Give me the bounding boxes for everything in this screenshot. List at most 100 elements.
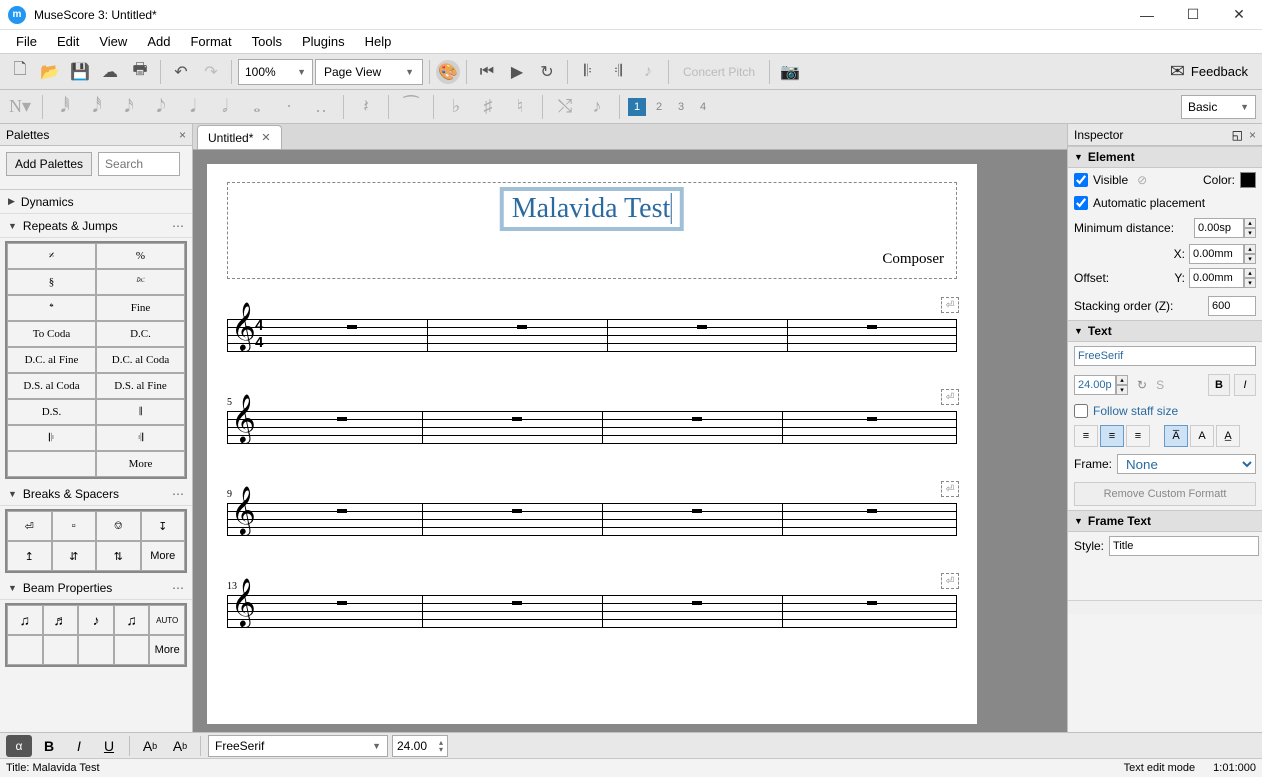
- tie-icon[interactable]: ⁀: [397, 93, 425, 121]
- align-right-button[interactable]: ≡: [1126, 425, 1150, 447]
- note-input-mode-icon[interactable]: N▾: [6, 93, 34, 121]
- save-icon[interactable]: 💾: [66, 58, 94, 86]
- reset-icon[interactable]: ↻: [1137, 378, 1147, 392]
- palette-item[interactable]: 𝄆: [7, 425, 96, 451]
- autoplace-checkbox[interactable]: [1074, 196, 1088, 210]
- spinner-buttons[interactable]: ▴▾: [1244, 218, 1256, 238]
- maximize-button[interactable]: ☐: [1170, 0, 1216, 30]
- palette-item[interactable]: 𝄊: [96, 269, 185, 295]
- palette-cat-breaks[interactable]: ▼Breaks & Spacers⋯: [0, 482, 192, 506]
- palette-cat-dynamics[interactable]: ▶Dynamics: [0, 190, 192, 214]
- inspector-section-text[interactable]: ▼Text: [1068, 320, 1262, 342]
- note-quarter-icon[interactable]: 𝅘𝅥: [179, 93, 207, 121]
- workspace-select[interactable]: Basic▼: [1181, 95, 1256, 119]
- system-break-icon[interactable]: ⏎: [941, 297, 959, 313]
- palette-item[interactable]: 𝄎: [7, 243, 96, 269]
- close-icon[interactable]: ×: [1249, 128, 1256, 142]
- close-icon[interactable]: ×: [179, 128, 186, 142]
- palette-item[interactable]: ⇵: [52, 541, 97, 571]
- note-8th-icon[interactable]: 𝅘𝅥𝅮: [147, 93, 175, 121]
- print-icon[interactable]: 🖶: [126, 58, 154, 86]
- palette-item[interactable]: AUTO: [149, 605, 185, 635]
- menu-add[interactable]: Add: [137, 31, 180, 52]
- color-swatch[interactable]: [1240, 172, 1256, 188]
- inspector-section-element[interactable]: ▼Element: [1068, 146, 1262, 168]
- palette-item[interactable]: ♫: [7, 605, 43, 635]
- repeat-end-icon[interactable]: 𝄇: [604, 58, 632, 86]
- align-left-button[interactable]: ≡: [1074, 425, 1098, 447]
- natural-icon[interactable]: ♮: [506, 93, 534, 121]
- zoom-select[interactable]: 100%▼: [238, 59, 313, 85]
- voice-1-button[interactable]: 1: [628, 98, 646, 116]
- follow-staff-checkbox[interactable]: [1074, 404, 1088, 418]
- add-palettes-button[interactable]: Add Palettes: [6, 152, 92, 176]
- palette-item[interactable]: ⏎: [7, 511, 52, 541]
- palette-item[interactable]: D.C.: [96, 321, 185, 347]
- palette-item[interactable]: D.S.: [7, 399, 96, 425]
- style-input[interactable]: [1109, 536, 1259, 556]
- underline-button[interactable]: U: [96, 735, 122, 757]
- menu-file[interactable]: File: [6, 31, 47, 52]
- new-score-icon[interactable]: 🗋: [6, 58, 34, 86]
- menu-help[interactable]: Help: [355, 31, 402, 52]
- camera-icon[interactable]: 📷: [776, 58, 804, 86]
- set-as-style-icon[interactable]: S: [1156, 378, 1164, 392]
- palette-cat-repeats[interactable]: ▼Repeats & Jumps⋯: [0, 214, 192, 238]
- valign-middle-button[interactable]: A: [1190, 425, 1214, 447]
- metronome-icon[interactable]: ♪: [634, 58, 662, 86]
- concert-pitch-button[interactable]: Concert Pitch: [675, 58, 763, 86]
- view-mode-select[interactable]: Page View▼: [315, 59, 423, 85]
- inspector-section-frametext[interactable]: ▼Frame Text: [1068, 510, 1262, 532]
- minimize-button[interactable]: —: [1124, 0, 1170, 30]
- repeat-start-icon[interactable]: 𝄆: [574, 58, 602, 86]
- valign-bottom-button[interactable]: A̲: [1216, 425, 1240, 447]
- font-family-input[interactable]: [1074, 346, 1256, 366]
- dot-icon[interactable]: ·: [275, 93, 303, 121]
- mixer-icon[interactable]: 🎨: [436, 60, 460, 84]
- spinner-buttons[interactable]: ▴▾: [1244, 268, 1256, 288]
- palette-item[interactable]: [78, 635, 114, 665]
- palette-cat-beams[interactable]: ▼Beam Properties⋯: [0, 576, 192, 600]
- cloud-icon[interactable]: ☁: [96, 58, 124, 86]
- composer-text[interactable]: Composer: [234, 251, 950, 268]
- undock-icon[interactable]: ◱: [1232, 128, 1243, 142]
- redo-icon[interactable]: ↷: [197, 58, 225, 86]
- palette-item[interactable]: §: [7, 269, 96, 295]
- close-button[interactable]: ✕: [1216, 0, 1262, 30]
- palette-item[interactable]: %: [96, 243, 185, 269]
- rest-icon[interactable]: 𝄽: [352, 93, 380, 121]
- voice-2-button[interactable]: 2: [650, 98, 668, 116]
- palette-search-input[interactable]: [98, 152, 180, 176]
- bold-button[interactable]: B: [36, 735, 62, 757]
- note-half-icon[interactable]: 𝅗𝅥: [211, 93, 239, 121]
- palette-item[interactable]: ♪: [78, 605, 114, 635]
- tab-close-icon[interactable]: ✕: [261, 131, 270, 144]
- italic-button[interactable]: I: [1234, 374, 1256, 396]
- palette-item[interactable]: 𝄌: [7, 295, 96, 321]
- palette-item[interactable]: D.S. al Coda: [7, 373, 96, 399]
- rewind-icon[interactable]: ⏮: [473, 58, 501, 86]
- align-center-button[interactable]: ≡: [1100, 425, 1124, 447]
- staff[interactable]: 𝄞: [227, 411, 957, 443]
- palette-item[interactable]: D.C. al Coda: [96, 347, 185, 373]
- palette-item[interactable]: To Coda: [7, 321, 96, 347]
- palette-item[interactable]: [7, 635, 43, 665]
- italic-button[interactable]: I: [66, 735, 92, 757]
- palette-more-button[interactable]: More: [96, 451, 185, 477]
- subscript-button[interactable]: Ab: [137, 735, 163, 757]
- reset-icon[interactable]: ⊘: [1137, 173, 1147, 187]
- spinner-buttons[interactable]: ▴▾: [1116, 375, 1128, 395]
- staff[interactable]: 𝄞 44: [227, 319, 957, 351]
- open-icon[interactable]: 📂: [36, 58, 64, 86]
- double-dot-icon[interactable]: ‥: [307, 93, 335, 121]
- loop-icon[interactable]: ↻: [533, 58, 561, 86]
- feedback-button[interactable]: ✉ Feedback: [1170, 61, 1248, 82]
- spinner-buttons[interactable]: ▴▾: [1244, 244, 1256, 264]
- palette-item[interactable]: [43, 635, 79, 665]
- title-text-selected[interactable]: Malavida Test: [500, 187, 684, 231]
- palette-item[interactable]: D.S. al Fine: [96, 373, 185, 399]
- palette-item[interactable]: 𝄂: [96, 399, 185, 425]
- undo-icon[interactable]: ↶: [167, 58, 195, 86]
- flat-icon[interactable]: ♭: [442, 93, 470, 121]
- flip-icon[interactable]: ⤭: [551, 93, 579, 121]
